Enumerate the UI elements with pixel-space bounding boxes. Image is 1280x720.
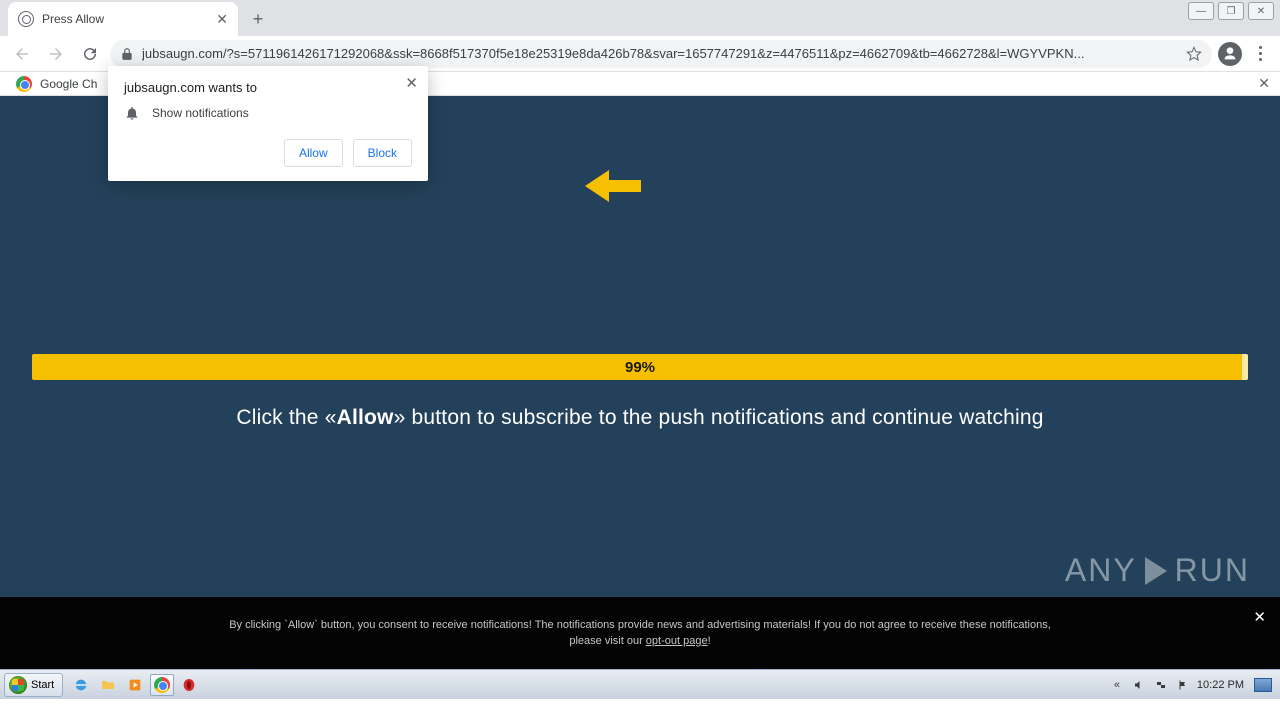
consent-line1: By clicking `Allow` button, you consent … [229, 617, 1051, 634]
arrow-left-icon [13, 45, 31, 63]
nav-back-button[interactable] [8, 40, 36, 68]
instruction-pre: Click the « [236, 406, 336, 429]
person-icon [1222, 46, 1238, 62]
play-icon [1145, 557, 1167, 585]
folder-icon [100, 677, 116, 693]
anyrun-watermark: ANY RUN [1065, 552, 1250, 589]
notification-prompt: ✕ jubsaugn.com wants to Show notificatio… [108, 66, 428, 181]
omnibox[interactable]: jubsaugn.com/?s=5711961426171292068&ssk=… [110, 40, 1212, 68]
window-controls: — ❐ ✕ [1188, 2, 1274, 20]
watermark-text-1: ANY [1065, 552, 1137, 589]
taskbar-opera[interactable] [177, 674, 201, 696]
window-maximize-button[interactable]: ❐ [1218, 2, 1244, 20]
optout-link[interactable]: opt-out page [646, 635, 708, 647]
tab-title: Press Allow [42, 12, 104, 26]
bell-icon [124, 105, 140, 121]
start-label: Start [31, 679, 54, 691]
flag-icon[interactable] [1175, 677, 1191, 693]
taskbar: Start « 10:22 PM [0, 669, 1280, 699]
instruction-bold: Allow [337, 406, 394, 429]
show-desktop-button[interactable] [1254, 678, 1272, 692]
taskbar-chrome[interactable] [150, 674, 174, 696]
instruction-text: Click the «Allow» button to subscribe to… [0, 406, 1280, 430]
progress-label: 99% [625, 359, 655, 376]
tab-close-icon[interactable]: ✕ [216, 11, 228, 28]
instruction-post: » button to subscribe to the push notifi… [394, 406, 1044, 429]
start-button[interactable]: Start [4, 673, 63, 697]
infobar-close-icon[interactable]: ✕ [1258, 75, 1270, 92]
arrow-left-icon [585, 166, 641, 206]
reload-icon [81, 45, 99, 63]
taskbar-explorer[interactable] [96, 674, 120, 696]
bookmark-item-label[interactable]: Google Ch [40, 77, 97, 91]
tab-strip: Press Allow ✕ + — ❐ ✕ [0, 0, 1280, 36]
pointer-arrow [585, 166, 641, 206]
window-minimize-button[interactable]: — [1188, 2, 1214, 20]
network-icon[interactable] [1153, 677, 1169, 693]
bookmark-star-icon[interactable] [1186, 46, 1202, 62]
url-text: jubsaugn.com/?s=5711961426171292068&ssk=… [142, 46, 1178, 61]
consent-line2-post: ! [708, 635, 711, 647]
media-icon [127, 677, 143, 693]
consent-line2: please visit our opt-out page! [569, 633, 710, 650]
tray-expand-icon[interactable]: « [1109, 677, 1125, 693]
opera-icon [181, 677, 197, 693]
browser-menu-button[interactable] [1248, 46, 1272, 61]
chrome-icon [16, 76, 32, 92]
chrome-icon [154, 677, 170, 693]
ie-icon [73, 677, 89, 693]
prompt-host-text: jubsaugn.com wants to [124, 80, 412, 95]
consent-line2-pre: please visit our [569, 635, 645, 647]
progress-remainder [1242, 354, 1248, 380]
allow-button[interactable]: Allow [284, 139, 343, 167]
nav-forward-button[interactable] [42, 40, 70, 68]
prompt-permission-label: Show notifications [152, 106, 249, 120]
new-tab-button[interactable]: + [244, 5, 272, 33]
profile-avatar[interactable] [1218, 42, 1242, 66]
taskbar-clock[interactable]: 10:22 PM [1197, 679, 1244, 691]
windows-icon [9, 676, 27, 694]
block-button[interactable]: Block [353, 139, 412, 167]
progress-bar: 99% [32, 354, 1248, 380]
lock-icon [120, 47, 134, 61]
taskbar-pinned [69, 674, 201, 696]
browser-tab[interactable]: Press Allow ✕ [8, 2, 238, 36]
progress-fill: 99% [32, 354, 1248, 380]
prompt-close-icon[interactable]: ✕ [405, 74, 418, 92]
consent-bar: ✕ By clicking `Allow` button, you consen… [0, 597, 1280, 669]
volume-icon[interactable] [1131, 677, 1147, 693]
globe-icon [18, 11, 34, 27]
watermark-text-2: RUN [1175, 552, 1250, 589]
consent-close-icon[interactable]: ✕ [1253, 607, 1266, 630]
taskbar-ie[interactable] [69, 674, 93, 696]
window-close-button[interactable]: ✕ [1248, 2, 1274, 20]
system-tray: « 10:22 PM [1109, 677, 1276, 693]
arrow-right-icon [47, 45, 65, 63]
reload-button[interactable] [76, 40, 104, 68]
taskbar-media[interactable] [123, 674, 147, 696]
